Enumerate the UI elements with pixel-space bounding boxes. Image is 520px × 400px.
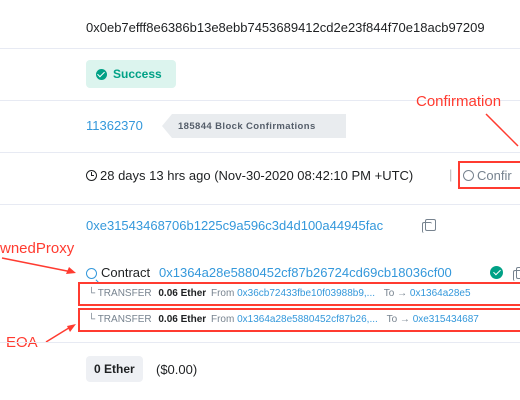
transfer-prefix: TRANSFER (97, 314, 152, 325)
to-contract-address-link[interactable]: 0x1364a28e5880452cf87b26724cd69cb18036cf… (159, 265, 452, 280)
divider (0, 152, 520, 153)
contract-search-icon (86, 268, 97, 279)
arrow-right-icon: → (394, 288, 410, 299)
transfer-to-label: To (386, 314, 398, 325)
transfer-from-label: From (210, 288, 235, 299)
status-text: Success (113, 67, 162, 81)
divider (0, 342, 520, 343)
transfer-row: └ TRANSFER 0.06 Ether From 0x1364a28e588… (88, 314, 479, 325)
tree-branch-glyph: └ (88, 314, 98, 325)
divider (0, 48, 520, 49)
transfer-to-address-link[interactable]: 0xe315434687 (413, 314, 479, 325)
timestamp-separator: | (449, 167, 453, 182)
from-address-link[interactable]: 0xe31543468706b1225c9a596c3d4d100a44945f… (86, 218, 383, 233)
to-contract-label: Contract (101, 265, 151, 280)
transfer-row: └ TRANSFER 0.06 Ether From 0x36cb72433fb… (88, 288, 471, 299)
transfer-from-address-link[interactable]: 0x36cb72433fbe10f03988b9,... (237, 288, 375, 299)
transfer-amount: 0.06 Ether (158, 314, 207, 325)
block-number-link[interactable]: 11362370 (86, 118, 143, 133)
tx-hash: 0x0eb7efff8e6386b13e8ebb7453689412cd2e23… (86, 20, 485, 35)
transfer-from-address-link[interactable]: 0x1364a28e5880452cf87b26,... (237, 314, 378, 325)
annotation-confirmation: Confirmation (416, 93, 502, 110)
value-badge: 0 Ether (86, 356, 143, 382)
verified-check-icon (490, 266, 503, 279)
transfer-to-address-link[interactable]: 0x1364a28e5 (410, 288, 471, 299)
value-usd: ($0.00) (156, 362, 198, 377)
annotation-arrow (485, 113, 519, 147)
copy-icon[interactable] (422, 219, 436, 233)
transfer-to-label: To (383, 288, 395, 299)
confirmed-within-text: Confir (477, 168, 512, 183)
check-circle-icon (96, 68, 107, 80)
clock-icon (86, 170, 97, 181)
transfer-amount: 0.06 Ether (158, 288, 207, 299)
block-confirmations-badge: 185844 Block Confirmations (162, 114, 346, 138)
timestamp-text: 28 days 13 hrs ago (Nov-30-2020 08:42:10… (100, 168, 414, 183)
timer-icon (463, 170, 474, 181)
transfer-from-label: From (210, 314, 235, 325)
arrow-right-icon: → (397, 314, 413, 325)
annotation-arrow (1, 257, 76, 274)
divider (0, 204, 520, 205)
tree-branch-glyph: └ (88, 288, 98, 299)
status-badge: Success (86, 60, 176, 88)
transfer-prefix: TRANSFER (97, 288, 152, 299)
copy-icon[interactable] (513, 267, 520, 281)
